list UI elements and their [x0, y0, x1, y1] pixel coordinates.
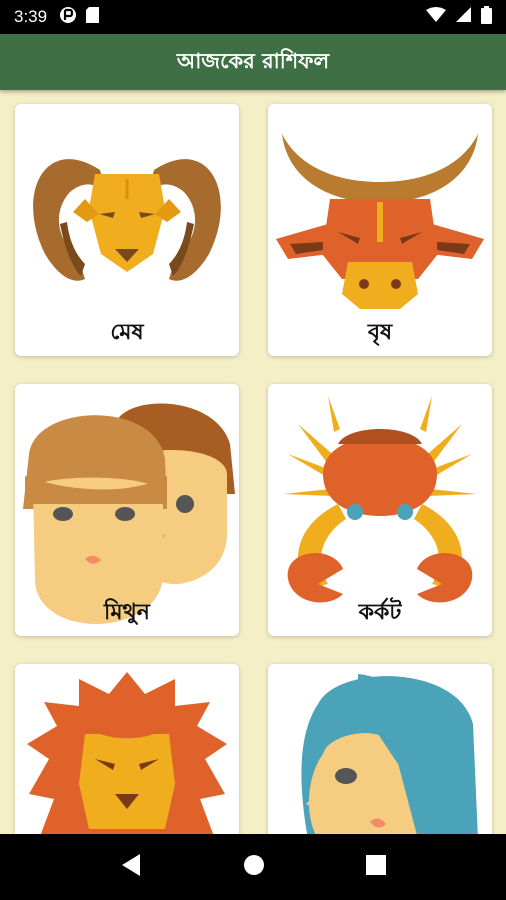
data-saver-icon — [59, 6, 77, 29]
signal-icon — [455, 6, 472, 28]
card-cancer[interactable]: কর্কট — [268, 384, 492, 636]
card-leo[interactable] — [15, 664, 239, 834]
sign-label-aries: মেষ — [110, 320, 144, 345]
app-bar: আজকের রাশিফল — [0, 34, 506, 90]
back-icon[interactable] — [120, 853, 142, 881]
card-taurus[interactable]: বৃষ — [268, 104, 492, 356]
leo-lion-icon — [27, 672, 227, 834]
zodiac-grid[interactable]: মেষ বৃষ মিথুন কর্কট — [0, 90, 506, 834]
sign-label-cancer: কর্কট — [358, 600, 402, 625]
system-nav-bar — [0, 834, 506, 900]
virgo-maiden-icon — [301, 674, 478, 834]
battery-icon — [481, 5, 492, 29]
wifi-icon — [426, 6, 446, 28]
page-title: আজকের রাশিফল — [176, 48, 330, 73]
home-icon[interactable] — [243, 854, 265, 880]
sign-label-gemini: মিথুন — [104, 600, 150, 625]
status-bar: 3:39 — [0, 0, 506, 34]
status-time: 3:39 — [14, 7, 48, 26]
card-gemini[interactable]: মিথুন — [15, 384, 239, 636]
recents-icon[interactable] — [365, 855, 386, 879]
sd-card-icon — [85, 6, 100, 29]
card-virgo[interactable] — [268, 664, 492, 834]
card-aries[interactable]: মেষ — [15, 104, 239, 356]
sign-label-taurus: বৃষ — [367, 320, 393, 345]
